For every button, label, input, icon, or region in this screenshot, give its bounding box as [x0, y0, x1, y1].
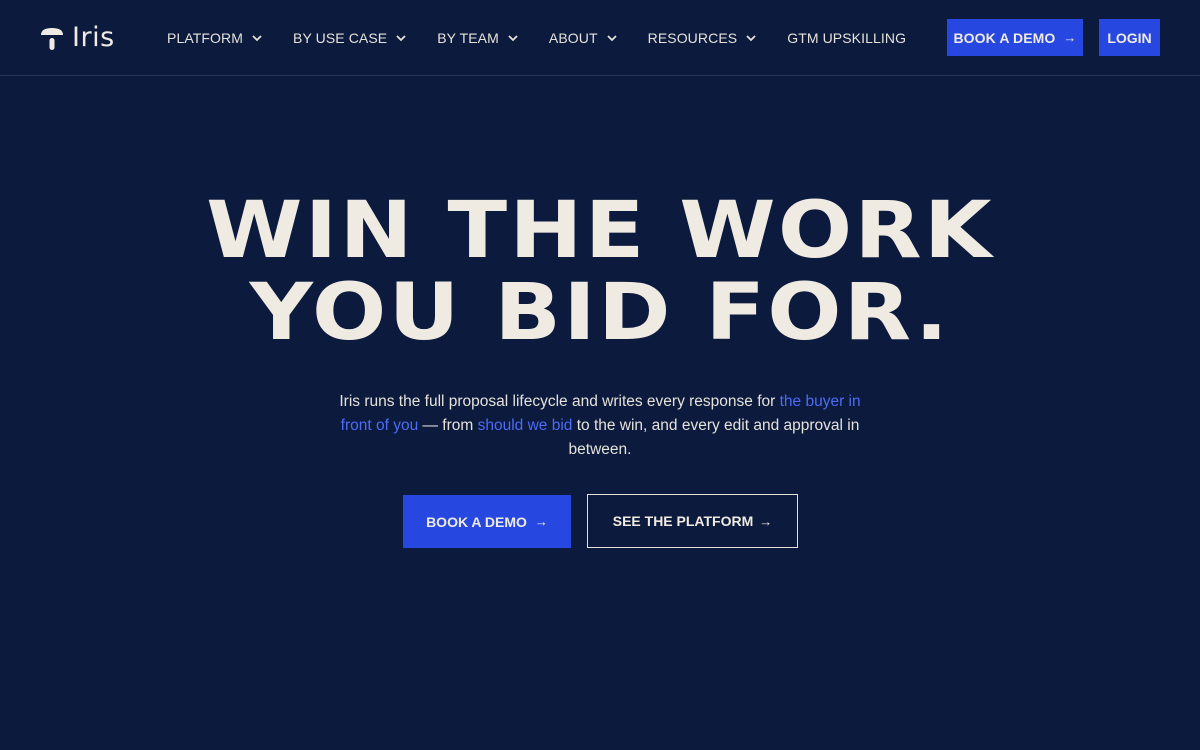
nav-item-by-use-case[interactable]: BY USE CASE — [293, 30, 407, 46]
brand-name: Iris — [72, 22, 115, 53]
iris-logo-icon — [40, 25, 64, 51]
chevron-down-icon — [746, 35, 756, 42]
chevron-down-icon — [606, 35, 617, 42]
see-platform-button[interactable]: SEE THE PLATFORM → — [587, 494, 798, 548]
book-demo-label: BOOK A DEMO — [953, 29, 1056, 46]
book-demo-label: BOOK A DEMO — [426, 513, 527, 530]
hero-subtitle: Iris runs the full proposal lifecycle an… — [330, 390, 870, 462]
nav-item-resources[interactable]: RESOURCES — [648, 30, 758, 46]
chevron-down-icon — [508, 35, 518, 42]
hero-title: WIN THE WORK YOU BID FOR. — [0, 190, 1200, 354]
login-button[interactable]: LOGIN — [1099, 19, 1160, 56]
logo-link[interactable]: Iris — [40, 24, 115, 52]
arrow-right-icon: → — [1063, 30, 1077, 45]
hero-sub-text-2: — from — [418, 417, 478, 434]
main-nav: PLATFORM BY USE CASE BY TEAM ABOUT RESOU… — [167, 28, 936, 48]
hero-title-line-1: WIN THE WORK — [206, 186, 994, 276]
nav-item-by-team[interactable]: BY TEAM — [437, 30, 519, 46]
hero-sub-text-3: to the win, and every edit and approval … — [568, 417, 860, 458]
site-header: Iris PLATFORM BY USE CASE BY TEAM ABOUT … — [0, 0, 1200, 76]
see-platform-label: SEE THE PLATFORM — [612, 513, 754, 529]
chevron-down-icon — [252, 35, 262, 42]
nav-item-platform[interactable]: PLATFORM — [167, 30, 263, 46]
nav-item-gtm-upskilling[interactable]: GTM UPSKILLING — [787, 30, 906, 46]
hero-sub-text-1: Iris runs the full proposal lifecycle an… — [339, 393, 780, 410]
nav-item-about[interactable]: ABOUT — [549, 30, 618, 46]
login-label: LOGIN — [1107, 29, 1152, 46]
nav-item-label: BY USE CASE — [293, 30, 388, 46]
arrow-right-icon: → — [759, 513, 773, 529]
chevron-down-icon — [396, 35, 406, 42]
hero-title-line-2: YOU BID FOR. — [249, 268, 951, 358]
nav-item-label: GTM UPSKILLING — [787, 30, 907, 46]
arrow-right-icon: → — [534, 514, 548, 529]
hero-sub-link-should-we-bid[interactable]: should we bid — [478, 417, 573, 434]
nav-item-label: BY TEAM — [437, 30, 499, 46]
book-demo-button-header[interactable]: BOOK A DEMO → — [947, 19, 1083, 56]
nav-item-label: RESOURCES — [647, 30, 738, 46]
nav-item-label: PLATFORM — [167, 30, 243, 46]
book-demo-button-hero[interactable]: BOOK A DEMO → — [403, 495, 571, 548]
nav-item-label: ABOUT — [548, 30, 598, 46]
